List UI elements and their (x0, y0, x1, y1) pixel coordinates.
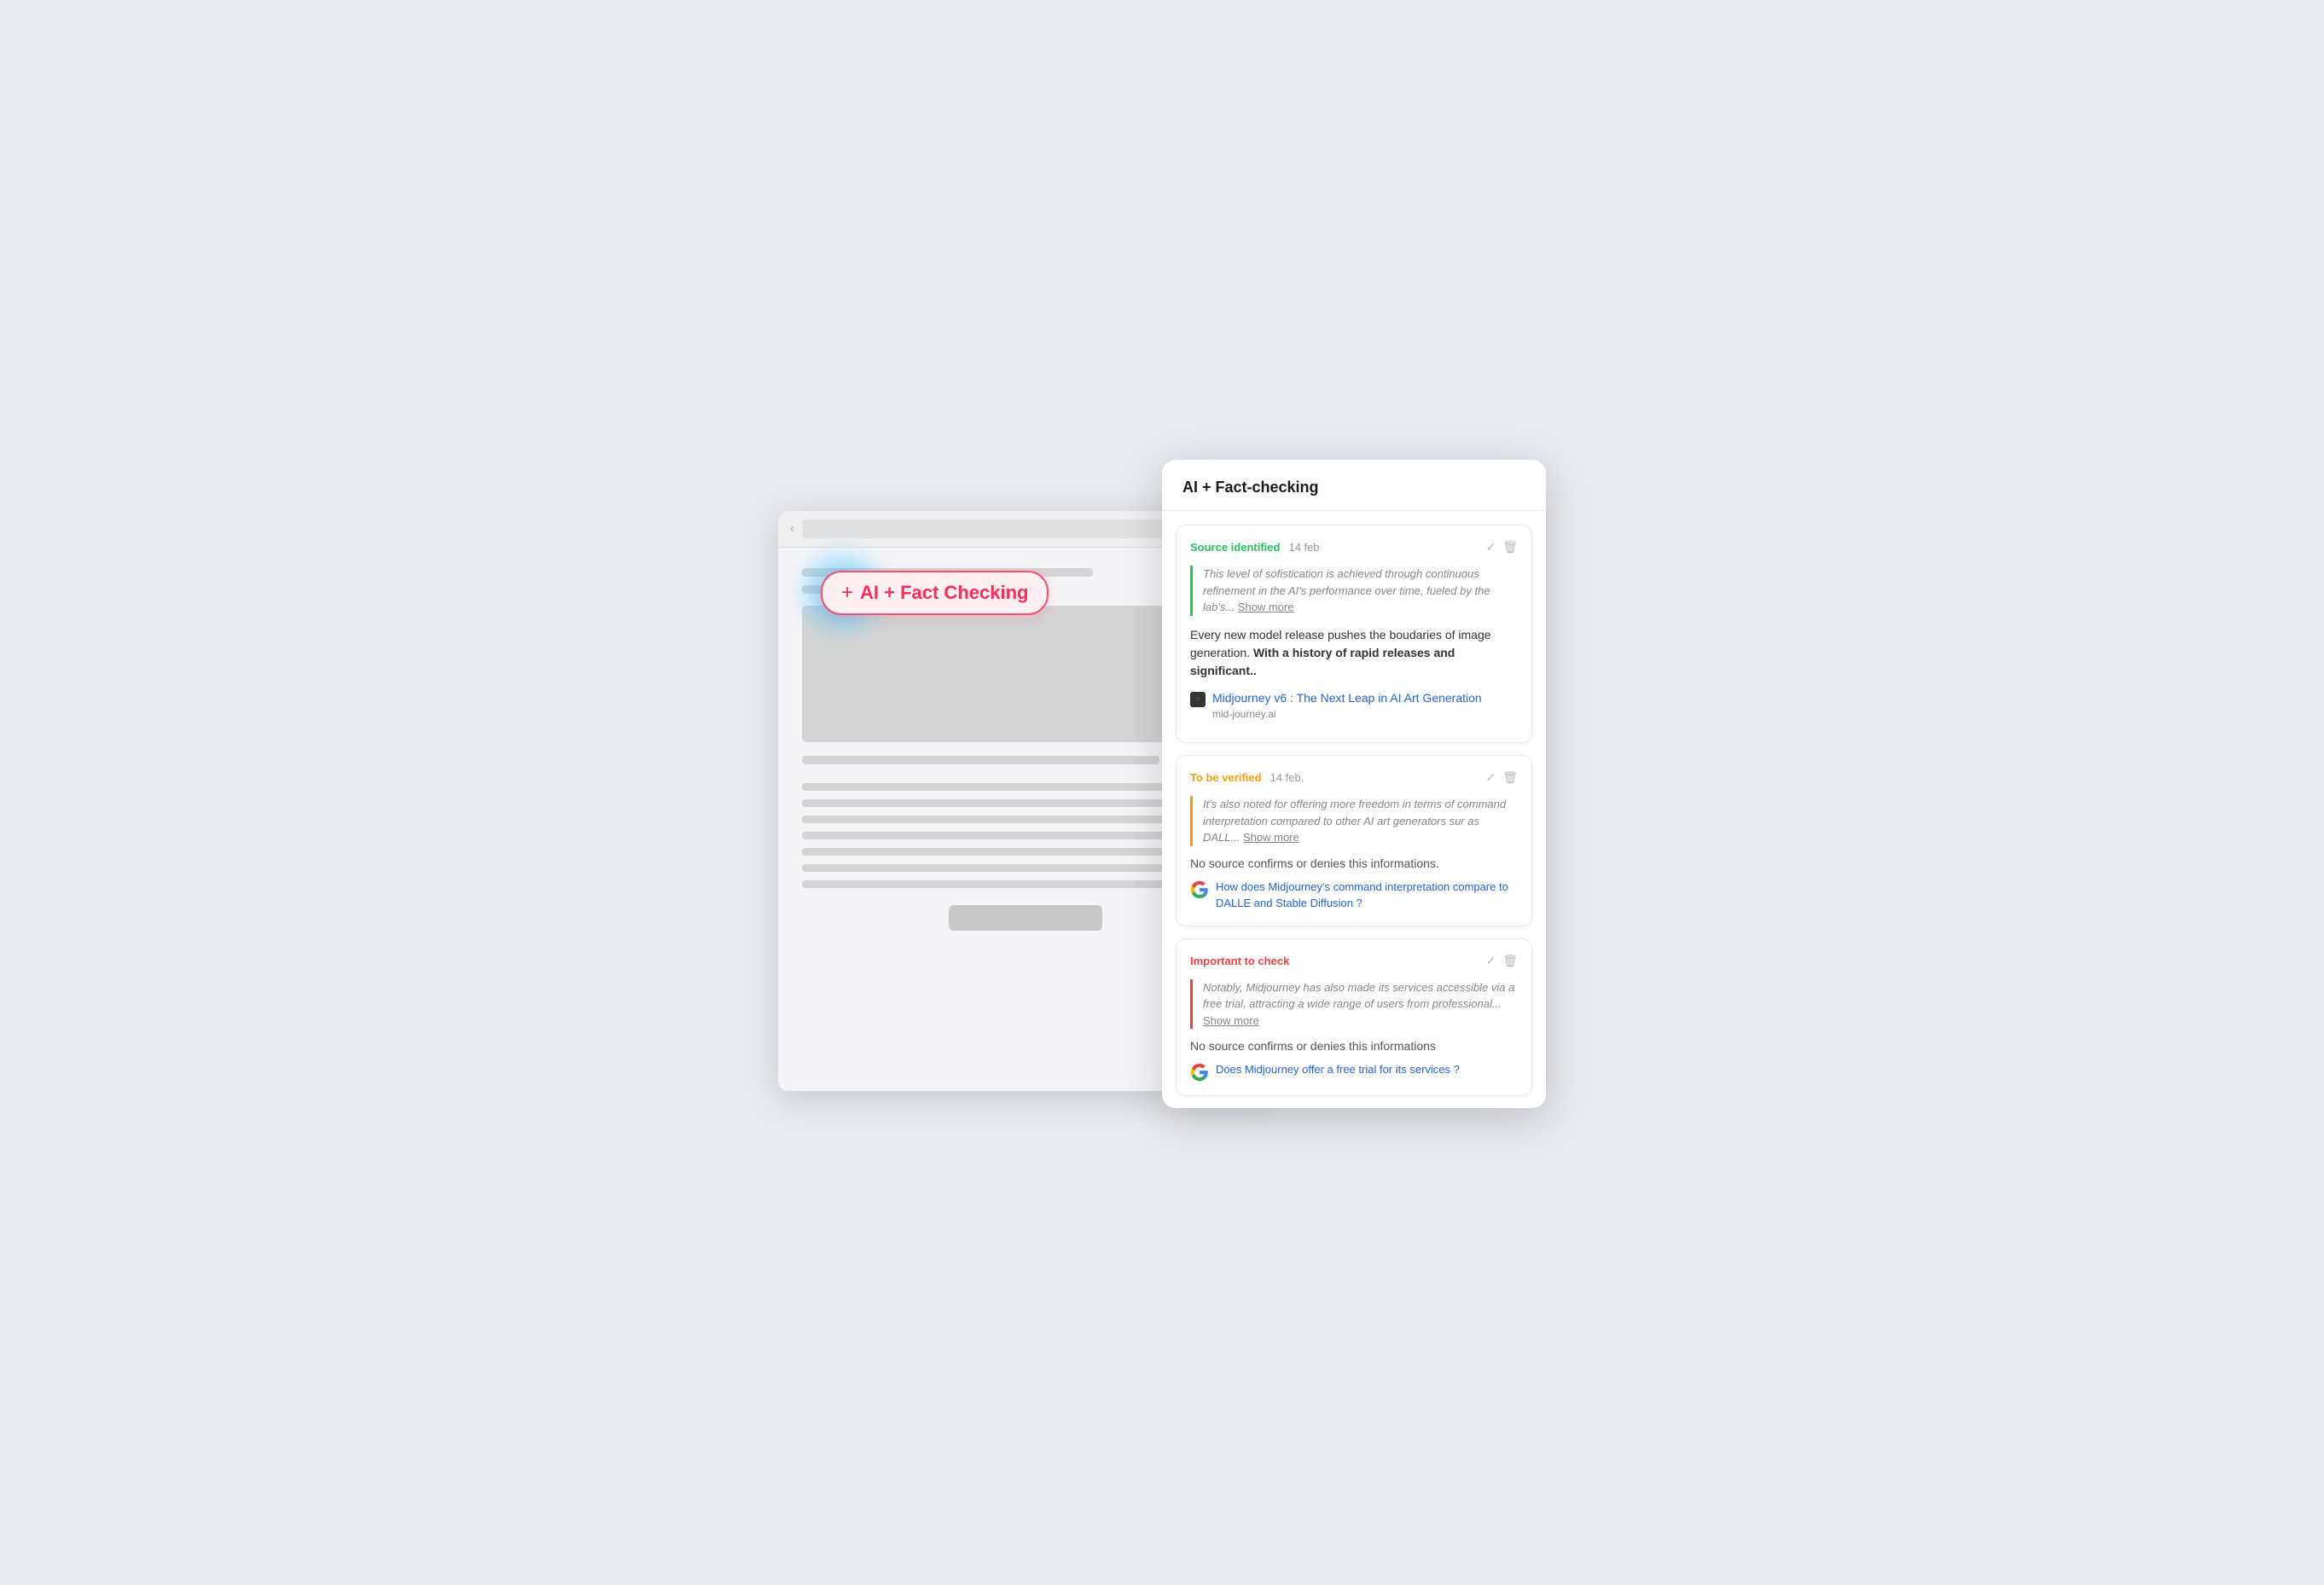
source-title-link-1[interactable]: Midjourney v6 : The Next Leap in AI Art … (1212, 690, 1482, 707)
fact-panel-header: AI + Fact-checking (1162, 460, 1546, 511)
no-source-text-3: No source confirms or denies this inform… (1190, 1039, 1518, 1053)
fact-card-2: To be verified 14 feb. ✓ 🗑 It's also not… (1176, 755, 1532, 926)
fact-card-2-header: To be verified 14 feb. ✓ 🗑 (1190, 769, 1518, 786)
ai-fact-checking-badge[interactable]: + AI + Fact Checking (821, 571, 1049, 615)
check-icon-2[interactable]: ✓ (1485, 770, 1496, 785)
fact-date-1: 14 feb (1288, 541, 1477, 554)
check-icon-1[interactable]: ✓ (1485, 540, 1496, 554)
source-info-1: Midjourney v6 : The Next Leap in AI Art … (1212, 690, 1482, 721)
fact-card-3-header: Important to check ✓ 🗑 (1190, 953, 1518, 969)
fact-card-3: Important to check ✓ 🗑 Notably, Midjourn… (1176, 938, 1532, 1097)
fact-source-link-1: ◾ Midjourney v6 : The Next Leap in AI Ar… (1190, 690, 1518, 721)
content-button (949, 905, 1102, 931)
no-source-text-2: No source confirms or denies this inform… (1190, 856, 1518, 870)
fact-quote-text-1: This level of sofistication is achieved … (1203, 567, 1490, 613)
ai-badge-label: AI + Fact Checking (860, 582, 1028, 604)
mj-favicon: ◾ (1190, 692, 1206, 707)
check-icon-3[interactable]: ✓ (1485, 954, 1496, 968)
fact-actions-3: ✓ 🗑 (1485, 954, 1518, 968)
show-more-3[interactable]: Show more (1203, 1014, 1259, 1027)
fact-quote-1: This level of sofistication is achieved … (1190, 566, 1518, 616)
google-icon-2 (1190, 880, 1209, 899)
fact-quote-text-3: Notably, Midjourney has also made its se… (1203, 981, 1514, 1027)
fact-quote-text-2: It's also noted for offering more freedo… (1203, 798, 1506, 844)
scene: ‹ ONLINE CONTE... + AI + Fact Checking (778, 460, 1546, 1125)
google-query-link-3[interactable]: Does Midjourney offer a free trial for i… (1216, 1061, 1460, 1078)
status-badge-1: Source identified (1190, 539, 1280, 555)
google-search-link-3: Does Midjourney offer a free trial for i… (1190, 1061, 1518, 1082)
plus-icon: + (841, 581, 853, 605)
fact-card-1: Source identified 14 feb ✓ 🗑 This level … (1176, 525, 1532, 743)
fact-actions-1: ✓ 🗑 (1485, 540, 1518, 554)
delete-icon-2[interactable]: 🗑 (1502, 770, 1518, 785)
content-line-3 (802, 756, 1159, 764)
fact-card-1-header: Source identified 14 feb ✓ 🗑 (1190, 539, 1518, 555)
fact-quote-3: Notably, Midjourney has also made its se… (1190, 979, 1518, 1030)
delete-icon-1[interactable]: 🗑 (1502, 540, 1518, 554)
google-search-link-2: How does Midjourney's command interpreta… (1190, 879, 1518, 912)
fact-panel-body: Source identified 14 feb ✓ 🗑 This level … (1162, 511, 1546, 1100)
url-bar (803, 520, 1174, 538)
google-icon-3 (1190, 1063, 1209, 1082)
fact-panel: AI + Fact-checking Source identified 14 … (1162, 460, 1546, 1108)
status-badge-2: To be verified (1190, 769, 1262, 786)
source-domain-1: mid-journey.ai (1212, 708, 1482, 720)
back-button[interactable]: ‹ (790, 521, 794, 537)
fact-panel-title: AI + Fact-checking (1182, 479, 1525, 496)
status-badge-3: Important to check (1190, 953, 1289, 969)
fact-quote-2: It's also noted for offering more freedo… (1190, 796, 1518, 846)
google-query-link-2[interactable]: How does Midjourney's command interpreta… (1216, 879, 1518, 912)
show-more-2[interactable]: Show more (1243, 831, 1299, 844)
fact-date-2: 14 feb. (1270, 771, 1478, 784)
fact-actions-2: ✓ 🗑 (1485, 770, 1518, 785)
delete-icon-3[interactable]: 🗑 (1502, 954, 1518, 968)
fact-description-1: Every new model release pushes the bouda… (1190, 626, 1518, 680)
show-more-1[interactable]: Show more (1238, 601, 1294, 613)
